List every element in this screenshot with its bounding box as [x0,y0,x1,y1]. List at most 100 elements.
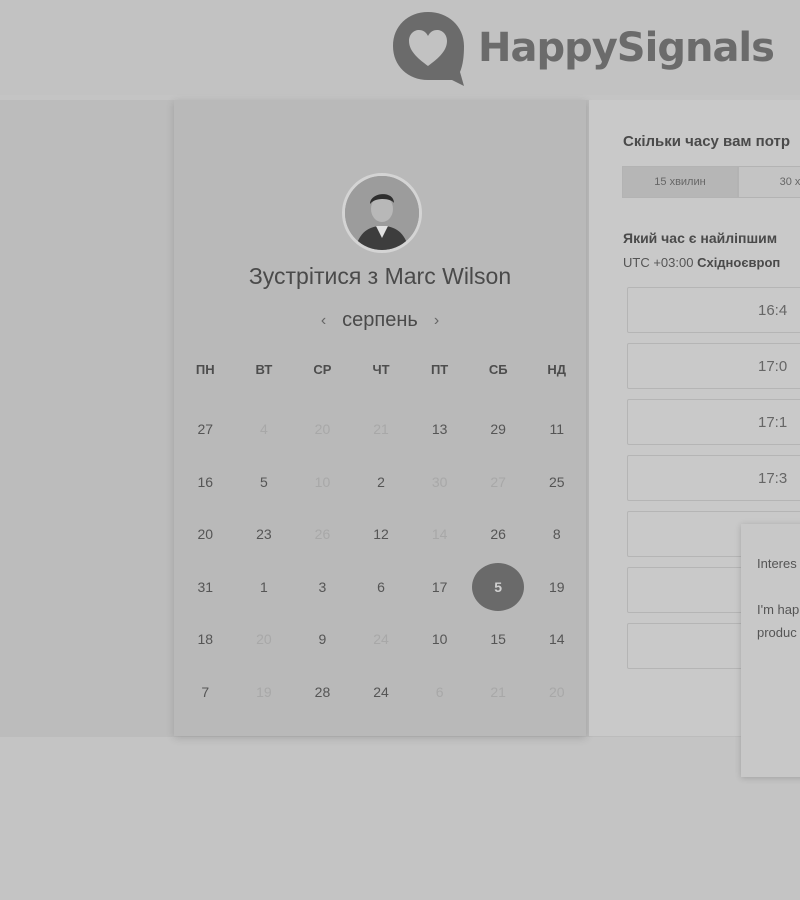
calendar-day-number: 31 [197,578,214,595]
weekday-header: ПН ВТ СР ЧТ ПТ СБ НД [174,362,586,377]
next-month-icon[interactable]: › [434,312,439,330]
calendar-day[interactable]: 9 [293,631,352,647]
calendar-day: 21 [469,684,528,700]
calendar-day-number: 4 [259,421,268,438]
calendar-day: 6 [410,684,469,700]
calendar-day: 21 [352,421,411,437]
duration-15-button[interactable]: 15 хвилин [622,166,738,198]
calendar-day[interactable]: 15 [469,631,528,647]
brand-name: HappySignals [478,25,775,71]
calendar-day[interactable]: 12 [352,526,411,542]
calendar-day-number: 14 [431,526,448,543]
month-navigation: ‹ серпень › [174,309,586,332]
calendar-day[interactable]: 14 [527,631,586,647]
calendar-grid: ПН ВТ СР ЧТ ПТ СБ НД 27 4 20 21 13 29 11 16 5 10 2 30 27 25… [174,362,586,718]
calendar-day-number: 18 [197,631,214,648]
time-slot-button[interactable]: 17:3 [627,455,800,501]
timezone-name: Східноєвроп [697,255,781,270]
time-slot-button[interactable]: 17:0 [627,343,800,389]
calendar-week: 16 5 10 2 30 27 25 [174,456,586,509]
prev-month-icon[interactable]: ‹ [321,312,326,330]
time-slot-button[interactable]: 17:1 [627,399,800,445]
calendar-day-number: 8 [552,526,561,543]
calendar-day-number: 17 [431,578,448,595]
calendar-day[interactable]: 25 [527,474,586,490]
calendar-day-number: 15 [490,631,506,648]
time-question: Який час є найліпшим [623,230,778,246]
calendar-day[interactable]: 24 [352,684,411,700]
calendar-day-number: 24 [373,631,389,648]
calendar-day-number: 10 [314,473,331,490]
calendar-day[interactable]: 18 [176,631,235,647]
weekday-label: ВТ [255,362,273,377]
calendar-day-number: 29 [490,421,506,438]
weekday-label: СР [313,362,332,377]
calendar-day-number: 30 [431,473,448,490]
duration-options: 15 хвилин 30 хви [622,166,800,198]
calendar-day[interactable]: 13 [410,421,469,437]
calendar-week: 31 1 3 6 17 5 19 [174,561,586,614]
time-slot-button[interactable]: 16:4 [627,287,800,333]
calendar-day-number: 21 [373,421,389,438]
calendar-day-selected[interactable]: 5 [469,562,528,611]
calendar-day[interactable]: 2 [352,474,411,490]
calendar-day-number: 13 [431,421,448,438]
chat-popup[interactable]: Interes Manag depart I'm hap insight use… [741,524,800,777]
meeting-title: Зустрітися з Marc Wilson [248,263,512,289]
calendar-day: 26 [293,526,352,542]
calendar-day[interactable]: 29 [469,421,528,437]
calendar-day[interactable]: 1 [235,579,294,595]
calendar-day-number: 6 [435,683,444,700]
calendar-day-number: 2 [377,473,385,490]
logo[interactable]: HappySignals [390,10,775,86]
calendar-day[interactable]: 5 [235,474,294,490]
heart-speech-bubble-icon [393,12,464,86]
chat-paragraph-1: Interes Manag depart [757,556,800,571]
calendar-day-number: 19 [256,683,272,700]
month-label: серпень [342,309,418,331]
calendar-day[interactable]: 26 [469,526,528,542]
calendar-day[interactable]: 10 [410,631,469,647]
calendar-weeks: 27 4 20 21 13 29 11 16 5 10 2 30 27 25 20 23 26 12 14 26 8 31… [174,403,586,718]
calendar-day-number: 9 [318,631,327,648]
calendar-day[interactable]: 7 [176,684,235,700]
calendar-day-number: 7 [201,683,210,700]
calendar-week: 18 20 9 24 10 15 14 [174,613,586,666]
avatar [342,173,422,253]
calendar-day: 30 [410,474,469,490]
calendar-day[interactable]: 16 [176,474,235,490]
calendar-day[interactable]: 28 [293,684,352,700]
calendar-day: 27 [469,474,528,490]
weekday-label: ЧТ [372,362,390,377]
weekday-label: ПН [195,362,215,377]
duration-30-button[interactable]: 30 хви [738,166,800,198]
calendar-day[interactable]: 20 [176,526,235,542]
calendar-day[interactable]: 23 [235,526,294,542]
timezone-offset: UTC +03:00 [623,255,694,270]
calendar-day-number: 12 [373,526,389,543]
chat-paragraph-2: I'm hap insight use ou improv produc [757,602,800,640]
calendar-day-number: 20 [548,683,565,700]
calendar-day-number: 1 [259,578,268,595]
calendar-day[interactable]: 27 [176,421,235,437]
calendar-day[interactable]: 6 [352,579,411,595]
calendar-day-number: 24 [373,683,389,700]
calendar-day[interactable]: 31 [176,579,235,595]
duration-question: Скільки часу вам потр [623,133,791,150]
calendar-day-number: 11 [549,421,565,438]
weekday-label: СБ [488,362,508,377]
calendar-day-number: 5 [472,562,525,611]
calendar-day[interactable]: 19 [527,579,586,595]
calendar-day: 20 [293,421,352,437]
weekday-label: НД [547,362,567,377]
timezone-label[interactable]: UTC +03:00 Східноєвроп [623,255,780,270]
calendar-day-number: 27 [197,421,214,438]
calendar-day-number: 26 [490,526,506,543]
calendar-day: 20 [235,631,294,647]
calendar-day-number: 16 [197,473,214,490]
calendar-day[interactable]: 8 [527,526,586,542]
calendar-day-number: 10 [431,631,448,648]
calendar-day[interactable]: 17 [410,579,469,595]
calendar-day[interactable]: 3 [293,579,352,595]
calendar-day[interactable]: 11 [527,421,586,437]
